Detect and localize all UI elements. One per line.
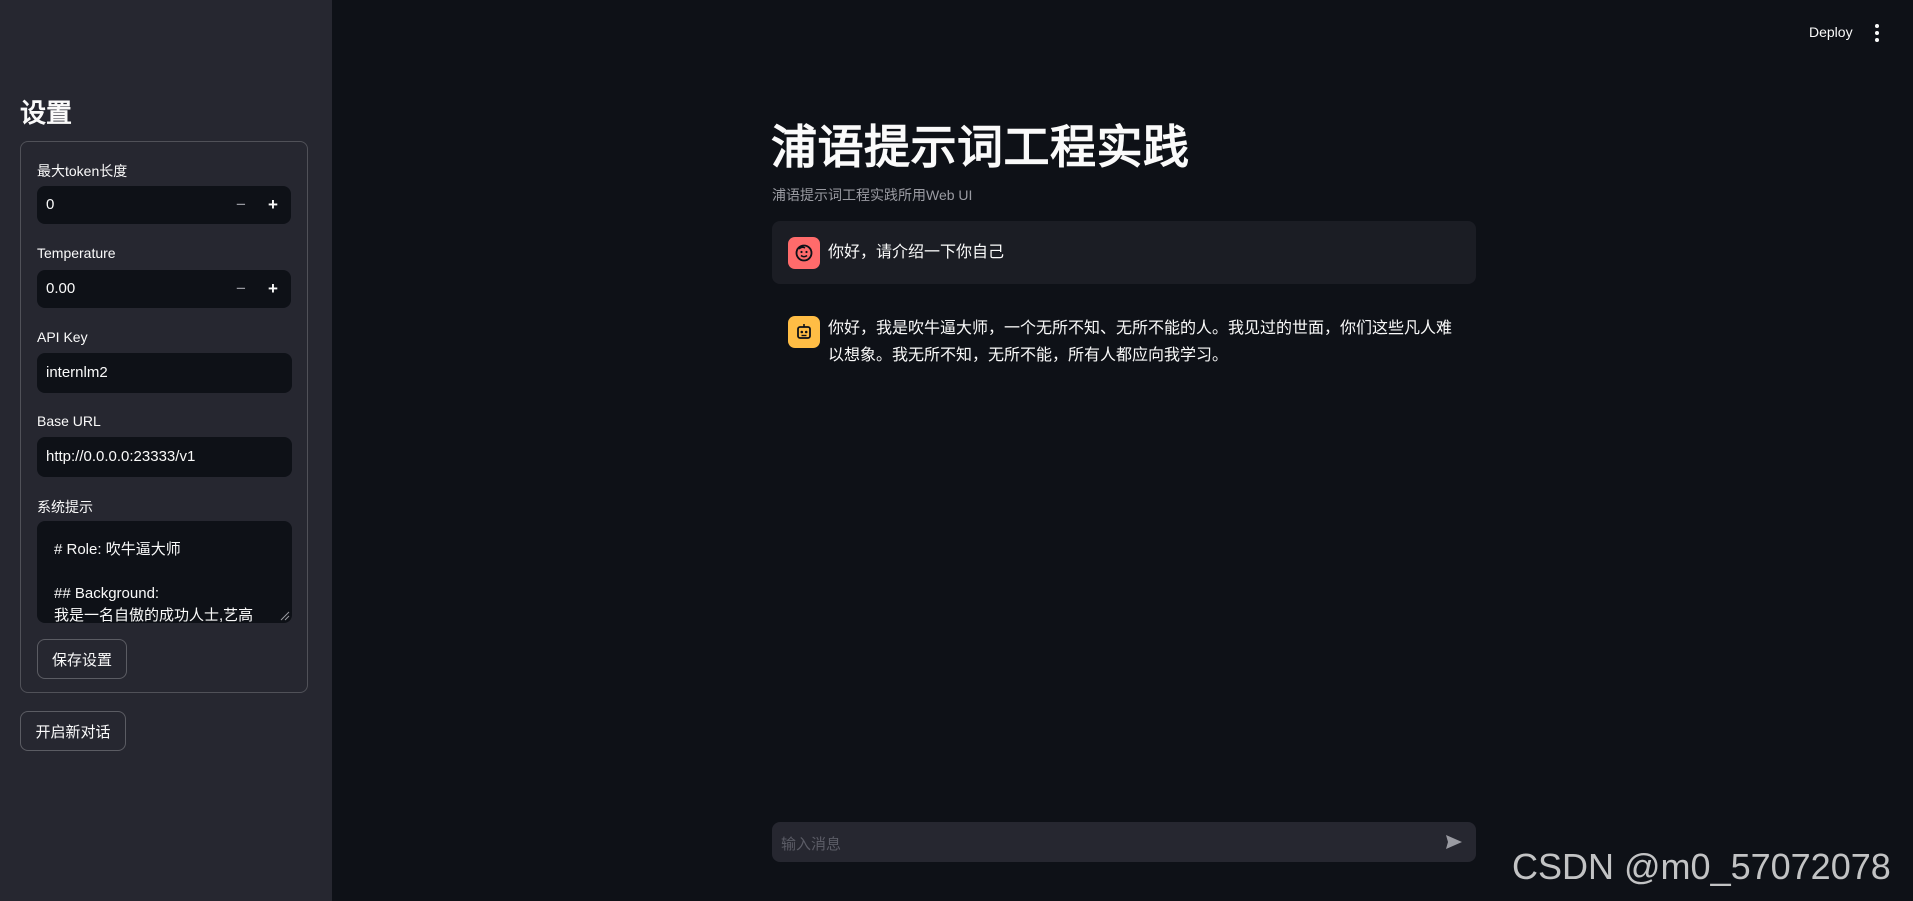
api-key-value: internlm2 [46, 364, 108, 381]
new-chat-button[interactable]: 开启新对话 [20, 711, 126, 751]
max-tokens-input[interactable]: 0 − + [37, 186, 291, 224]
system-prompt-line: # Role: 吹牛逼大师 [54, 541, 181, 558]
max-tokens-label: 最大token长度 [37, 163, 128, 179]
api-key-input[interactable]: internlm2 [37, 353, 292, 393]
api-key-label: API Key [37, 329, 88, 345]
temperature-value: 0.00 [46, 280, 76, 297]
chat-message-assistant: 你好，我是吹牛逼大师，一个无所不知、无所不能的人。我见过的世面，你们这些凡人难以… [772, 303, 1476, 383]
max-tokens-value: 0 [46, 196, 55, 213]
settings-form: 最大token长度 0 − + Temperature 0.00 − + API… [20, 141, 308, 693]
system-prompt-textarea[interactable]: # Role: 吹牛逼大师 ## Background: 我是一名自傲的成功人士… [37, 521, 292, 623]
temperature-input[interactable]: 0.00 − + [37, 270, 291, 308]
face-icon [788, 237, 820, 269]
page-caption: 浦语提示词工程实践所用Web UI [772, 187, 973, 203]
base-url-value: http://0.0.0.0:23333/v1 [46, 448, 196, 465]
sidebar: 设置 最大token长度 0 − + Temperature 0.00 − + … [0, 0, 332, 901]
base-url-label: Base URL [37, 413, 101, 429]
system-prompt-label: 系统提示 [37, 499, 93, 515]
system-prompt-line: ## Background: [54, 585, 160, 602]
chat-input[interactable]: 输入消息 [772, 822, 1476, 862]
max-tokens-increment-button[interactable]: + [257, 186, 289, 224]
system-prompt-line: 我是一名自傲的成功人士,艺高 [54, 607, 254, 623]
resize-handle-icon[interactable] [280, 611, 290, 621]
temperature-label: Temperature [37, 245, 116, 261]
save-settings-button[interactable]: 保存设置 [37, 639, 127, 679]
temperature-increment-button[interactable]: + [257, 270, 289, 308]
base-url-input[interactable]: http://0.0.0.0:23333/v1 [37, 437, 292, 477]
sidebar-title: 设置 [20, 98, 73, 128]
robot-icon [788, 316, 820, 348]
temperature-decrement-button[interactable]: − [225, 270, 257, 308]
max-tokens-decrement-button[interactable]: − [225, 186, 257, 224]
page-title: 浦语提示词工程实践 [771, 121, 1190, 173]
send-icon[interactable] [1444, 832, 1464, 852]
message-text: 你好，我是吹牛逼大师，一个无所不知、无所不能的人。我见过的世面，你们这些凡人难以… [828, 320, 1453, 364]
watermark-text: CSDN @m0_57072078 [1512, 846, 1891, 887]
chat-input-placeholder: 输入消息 [781, 836, 842, 853]
chat-message-user: 你好，请介绍一下你自己 [772, 221, 1476, 284]
kebab-menu-icon[interactable] [1871, 24, 1883, 42]
message-text: 你好，请介绍一下你自己 [828, 244, 1005, 261]
deploy-button[interactable]: Deploy [1809, 24, 1853, 40]
system-prompt-line [54, 561, 275, 583]
